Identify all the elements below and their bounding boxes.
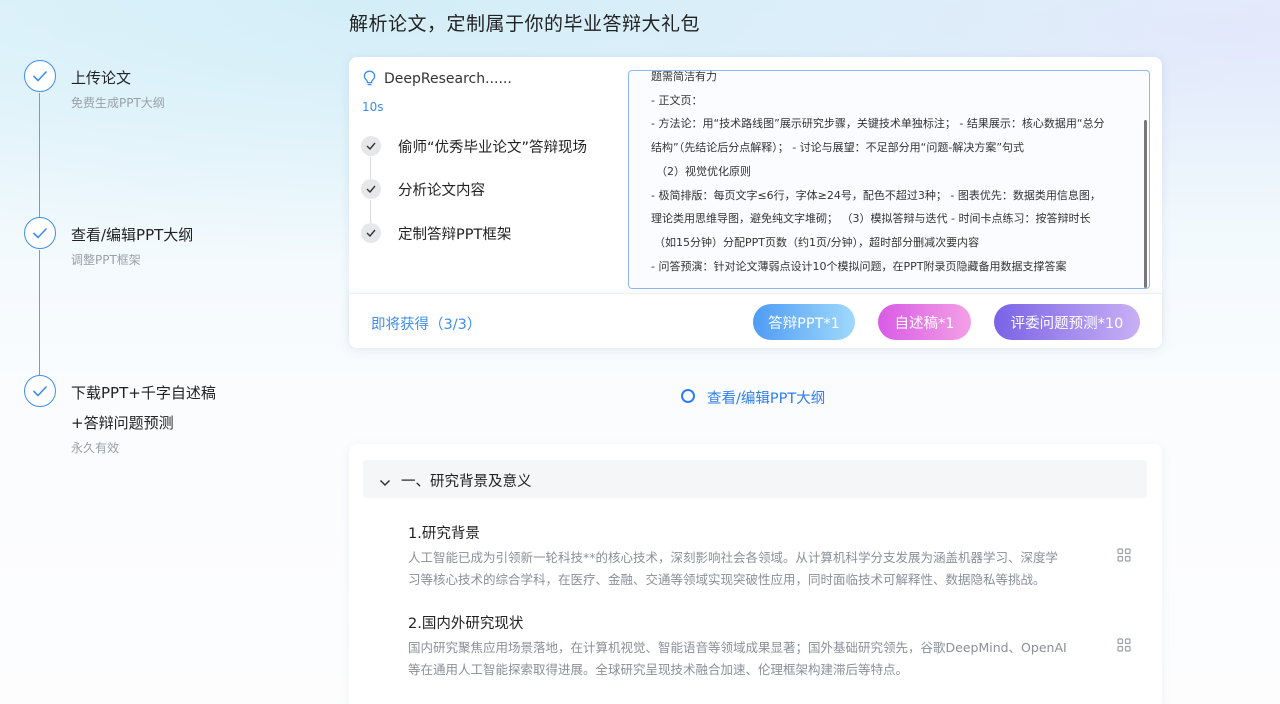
rewards-footer: 即将获得（3/3） 答辩PPT*1 自述稿*1 评委问题预测*10 <box>349 293 1162 348</box>
check-icon <box>361 223 381 243</box>
preview-line: - 问答预演：针对论文薄弱点设计10个模拟问题，在PPT附录页隐藏备用数据支撑答… <box>651 259 1067 273</box>
bulb-icon <box>363 70 376 91</box>
section-title: 一、研究背景及意义 <box>401 474 532 490</box>
outline-preview-text: 题需简洁有力 - 正文页： - 方法论：用“技术路线图”展示研究步骤，关键技术单… <box>651 70 1121 278</box>
step-subtitle: 免费生成PPT大纲 <box>71 96 165 110</box>
body-line: 人工智能已成为引领新一轮科技**的核心技术，深刻影响社会各领域。从计算机科学分支… <box>408 550 1059 565</box>
subsection-title: 1.研究背景 <box>408 526 480 542</box>
preview-line: 题需简洁有力 <box>651 70 717 83</box>
task-connector <box>370 157 371 179</box>
body-line: 习等核心技术的综合学科，在医疗、金融、交通等领域实现突破性应用，同时面临技术可解… <box>408 572 1046 587</box>
progress-steps: 上传论文 免费生成PPT大纲 查看/编辑PPT大纲 调整PPT框架 下载PPT+… <box>24 60 324 480</box>
step-connector <box>39 250 40 375</box>
page-title: 解析论文，定制属于你的毕业答辩大礼包 <box>349 13 701 35</box>
check-icon <box>24 217 56 249</box>
subsection-body: 人工智能已成为引领新一轮科技**的核心技术，深刻影响社会各领域。从计算机科学分支… <box>408 547 1108 591</box>
script-reward-button[interactable]: 自述稿*1 <box>878 304 971 340</box>
task-label: 偷师“优秀毕业论文”答辩现场 <box>398 140 588 156</box>
ppt-reward-button[interactable]: 答辩PPT*1 <box>753 304 855 340</box>
outline-preview-panel[interactable]: 题需简洁有力 - 正文页： - 方法论：用“技术路线图”展示研究步骤，关键技术单… <box>628 70 1150 289</box>
step-title: 上传论文 <box>71 69 132 87</box>
questions-reward-button[interactable]: 评委问题预测*10 <box>994 304 1140 340</box>
check-icon <box>24 375 56 407</box>
elapsed-time: 10s <box>362 100 384 114</box>
grid-icon[interactable] <box>1117 547 1131 566</box>
preview-line: 理论类用思维导图，避免纯文字堆砌； （3）模拟答辩与迭代 - 时间卡点练习：按答… <box>651 212 1091 226</box>
step-connector <box>39 93 40 217</box>
check-icon <box>361 136 381 156</box>
step-title: 查看/编辑PPT大纲 <box>71 226 194 244</box>
task-connector <box>370 200 371 223</box>
body-line: 等在通用人工智能探索取得进展。全球研究呈现技术融合加速、伦理框架构建滞后等特点。 <box>408 662 909 677</box>
outline-card: 一、研究背景及意义 1.研究背景 人工智能已成为引领新一轮科技**的核心技术，深… <box>349 444 1162 704</box>
preview-line: - 极简排版：每页文字≤6行，字体≥24号，配色不超过3种； - 图表优先：数据… <box>651 188 1101 202</box>
status-label: 查看/编辑PPT大纲 <box>707 391 826 407</box>
step-title: 下载PPT+千字自述稿 <box>71 384 216 402</box>
grid-icon[interactable] <box>1117 637 1131 656</box>
rewards-label: 即将获得（3/3） <box>371 317 482 333</box>
chevron-down-icon <box>379 472 391 491</box>
section-header[interactable]: 一、研究背景及意义 <box>363 460 1147 498</box>
preview-line: （2）视觉优化原则 <box>656 164 751 178</box>
preview-line: （如15分钟）分配PPT页数（约1页/分钟），超时部分删减次要内容 <box>654 235 980 249</box>
preview-line: 结构”（先结论后分点解释）； - 讨论与展望：不足部分用“问题-解决方案”句式 <box>651 141 1025 155</box>
step-subtitle: 调整PPT框架 <box>71 253 141 267</box>
task-label: 定制答辩PPT框架 <box>398 227 512 243</box>
step-subtitle: 永久有效 <box>71 441 120 455</box>
preview-line: - 方法论：用“技术路线图”展示研究步骤，关键技术单独标注； - 结果展示：核心… <box>651 117 1105 131</box>
check-icon <box>24 60 56 92</box>
step-title: +答辩问题预测 <box>71 414 174 432</box>
scrollbar[interactable] <box>1144 120 1147 288</box>
body-line: 国内研究聚焦应用场景落地，在计算机视觉、智能语音等领域成果显著；国外基础研究领先… <box>408 640 1067 655</box>
research-card: DeepResearch...... 10s 偷师“优秀毕业论文”答辩现场 分析… <box>349 57 1162 348</box>
loading-ring-icon <box>681 389 695 403</box>
preview-line: - 正文页： <box>651 93 703 107</box>
subsection-body: 国内研究聚焦应用场景落地，在计算机视觉、智能语音等领域成果显著；国外基础研究领先… <box>408 637 1108 681</box>
research-title: DeepResearch...... <box>384 71 512 87</box>
subsection-title: 2.国内外研究现状 <box>408 616 524 632</box>
task-label: 分析论文内容 <box>398 183 485 199</box>
check-icon <box>361 179 381 199</box>
